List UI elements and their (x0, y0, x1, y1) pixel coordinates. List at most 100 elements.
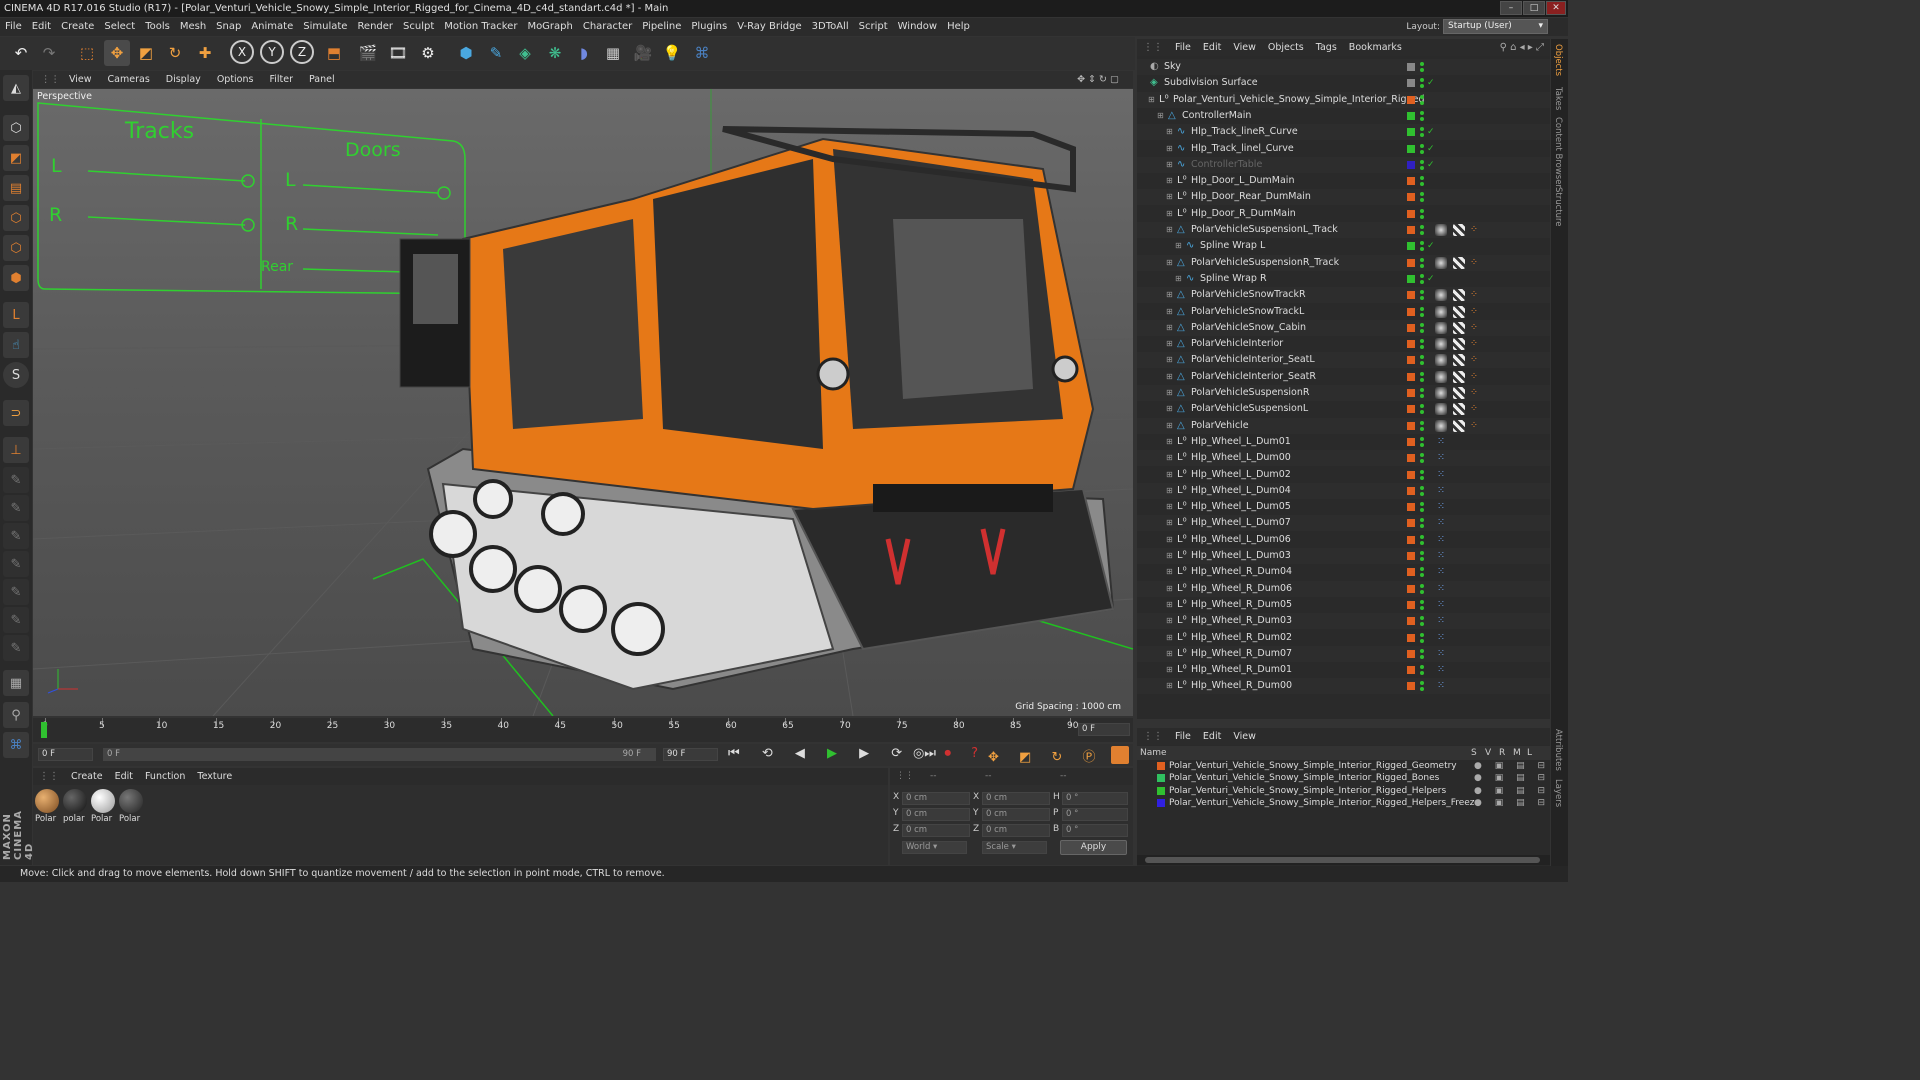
xpresso-tag-icon[interactable]: ⁙ (1437, 483, 1445, 499)
object-menu-objects[interactable]: Objects (1262, 42, 1310, 53)
object-row[interactable]: ⊞ △ PolarVehicle ⁘ (1137, 417, 1550, 434)
visibility-dots[interactable] (1420, 273, 1424, 278)
viewport-menu-cameras[interactable]: Cameras (100, 71, 158, 88)
render-settings-icon[interactable]: ⚙ (415, 40, 441, 66)
render-view-icon[interactable]: 🎬 (355, 40, 381, 66)
transform-tool-icon[interactable]: ✚ (192, 40, 218, 66)
visibility-dots[interactable] (1420, 290, 1424, 295)
object-row[interactable]: ⊞ L⁰ Hlp_Wheel_R_Dum07 ⁙ (1137, 645, 1550, 662)
render-dot[interactable] (1420, 165, 1424, 170)
object-row[interactable]: ⊞ ∿ Spline Wrap L ✓ (1137, 238, 1550, 254)
layer-color[interactable] (1157, 774, 1165, 783)
layer-color-swatch[interactable] (1407, 356, 1415, 365)
render-dot[interactable] (1420, 198, 1424, 203)
layer-color-swatch[interactable] (1407, 682, 1415, 691)
point-mode-icon[interactable]: ⬡ (3, 205, 29, 231)
menu-window[interactable]: Window (893, 18, 942, 36)
render-dot[interactable] (1420, 410, 1424, 415)
layer-color-swatch[interactable] (1407, 666, 1415, 675)
texture-tag[interactable] (1453, 370, 1465, 383)
object-row[interactable]: ⊞ ∿ Spline Wrap R ✓ (1137, 271, 1550, 287)
expand-icon[interactable]: ⊞ (1166, 581, 1173, 597)
brush-icon-1[interactable]: ✎ (3, 467, 29, 493)
viewport-menu-view[interactable]: View (61, 71, 100, 88)
texture-tag[interactable] (1453, 305, 1465, 318)
position-field[interactable]: 0 cm (902, 808, 970, 821)
rotate-tool-icon[interactable]: ↻ (162, 40, 188, 66)
menu-create[interactable]: Create (56, 18, 99, 36)
expand-icon[interactable]: ⊞ (1166, 206, 1173, 222)
brush-icon-5[interactable]: ✎ (3, 579, 29, 605)
layer-color[interactable] (1157, 762, 1165, 770)
object-menu-edit[interactable]: Edit (1197, 42, 1227, 53)
object-row[interactable]: ⊞ L⁰ Hlp_Wheel_L_Dum00 ⁙ (1137, 450, 1550, 467)
floor-icon[interactable]: ▦ (600, 40, 626, 66)
live-selection-icon[interactable]: ⬚ (74, 40, 100, 66)
make-editable-icon[interactable]: ◭ (3, 75, 29, 101)
object-row[interactable]: ⊞ ∿ Hlp_Track_lineR_Curve ✓ (1137, 124, 1550, 141)
apply-button[interactable]: Apply (1060, 840, 1127, 855)
visibility-dots[interactable] (1420, 306, 1424, 311)
layer-row[interactable]: Polar_Venturi_Vehicle_Snowy_Simple_Inter… (1137, 760, 1565, 772)
layer-color-swatch[interactable] (1407, 535, 1415, 544)
expand-icon[interactable]: ⊞ (1166, 613, 1173, 629)
render-dot[interactable] (1420, 508, 1424, 513)
deformer-icon[interactable]: ◗ (571, 40, 597, 66)
texture-tag[interactable] (1453, 321, 1465, 334)
object-row[interactable]: ⊞ L⁰ Hlp_Wheel_R_Dum05 ⁙ (1137, 597, 1550, 613)
layer-scrollbar[interactable] (1137, 855, 1550, 865)
maximize-button[interactable]: □ (1523, 1, 1545, 15)
object-row[interactable]: ⊞ △ PolarVehicleInterior_SeatR ⁘ (1137, 369, 1550, 385)
xpresso-tag-icon[interactable]: ⁙ (1437, 434, 1445, 450)
visibility-dots[interactable] (1420, 453, 1424, 458)
object-menu-bookmarks[interactable]: Bookmarks (1343, 42, 1408, 53)
frame-range-slider[interactable]: 0 F 90 F (103, 748, 656, 761)
visibility-dots[interactable] (1420, 485, 1424, 490)
render-dot[interactable] (1420, 622, 1424, 627)
layer-color-swatch[interactable] (1407, 486, 1415, 495)
phong-tag-icon[interactable]: ⁘ (1470, 255, 1478, 271)
layer-color-swatch[interactable] (1407, 584, 1415, 593)
workplane-mode-icon[interactable]: ▤ (3, 175, 29, 201)
timeline-layout-icon[interactable] (1111, 746, 1129, 764)
render-dot[interactable] (1420, 573, 1424, 578)
layer-color-swatch[interactable] (1407, 503, 1415, 512)
menu-select[interactable]: Select (99, 18, 140, 36)
xpresso-tag-icon[interactable]: ⁙ (1437, 467, 1445, 483)
render-dot[interactable] (1420, 589, 1424, 594)
viewport-nav-icons[interactable]: ✥ ⇕ ↻ ▢ (1069, 71, 1127, 88)
material-swatch[interactable]: Polar (119, 789, 145, 825)
layer-color-swatch[interactable] (1407, 63, 1415, 71)
check-icon[interactable]: ✓ (1427, 75, 1435, 91)
phong-tag-icon[interactable]: ⁘ (1470, 287, 1478, 303)
lock-icon[interactable]: ⚲ (3, 702, 29, 728)
render-dot[interactable] (1420, 214, 1424, 219)
xpresso-tag-icon[interactable]: ⁙ (1437, 613, 1445, 629)
texture-tag[interactable] (1453, 354, 1465, 367)
visibility-dots[interactable] (1420, 599, 1424, 604)
layer-color-swatch[interactable] (1407, 405, 1415, 414)
xpresso-tag-icon[interactable]: ⁙ (1437, 564, 1445, 580)
layer-color-swatch[interactable] (1407, 274, 1415, 283)
layer-color-swatch[interactable] (1407, 95, 1415, 104)
layer-color-swatch[interactable] (1407, 226, 1415, 234)
check-icon[interactable]: ✓ (1427, 157, 1435, 173)
magnet-icon[interactable]: ⊃ (3, 400, 29, 426)
x-axis-icon[interactable]: X (230, 40, 254, 64)
material-menu-edit[interactable]: Edit (109, 771, 139, 782)
render-dot[interactable] (1420, 687, 1424, 692)
expand-icon[interactable]: ⊞ (1166, 630, 1173, 646)
coord-mode-select[interactable]: Scale ▾ (982, 841, 1047, 854)
render-dot[interactable] (1420, 149, 1424, 154)
layer-color-swatch[interactable] (1407, 340, 1415, 349)
workplane-icon[interactable]: ⊥ (3, 437, 29, 463)
render-dot[interactable] (1420, 654, 1424, 659)
render-dot[interactable] (1420, 116, 1424, 121)
object-row[interactable]: ⊞ L⁰ Hlp_Wheel_L_Dum06 ⁙ (1137, 532, 1550, 548)
expand-icon[interactable]: ⊞ (1166, 434, 1173, 450)
texture-tag[interactable] (1453, 224, 1465, 236)
expand-icon[interactable]: ⊞ (1166, 597, 1173, 613)
layer-color-swatch[interactable] (1407, 128, 1415, 137)
render-picture-viewer-icon[interactable]: 🎞 (385, 40, 411, 66)
expand-icon[interactable]: ⊞ (1166, 662, 1173, 678)
